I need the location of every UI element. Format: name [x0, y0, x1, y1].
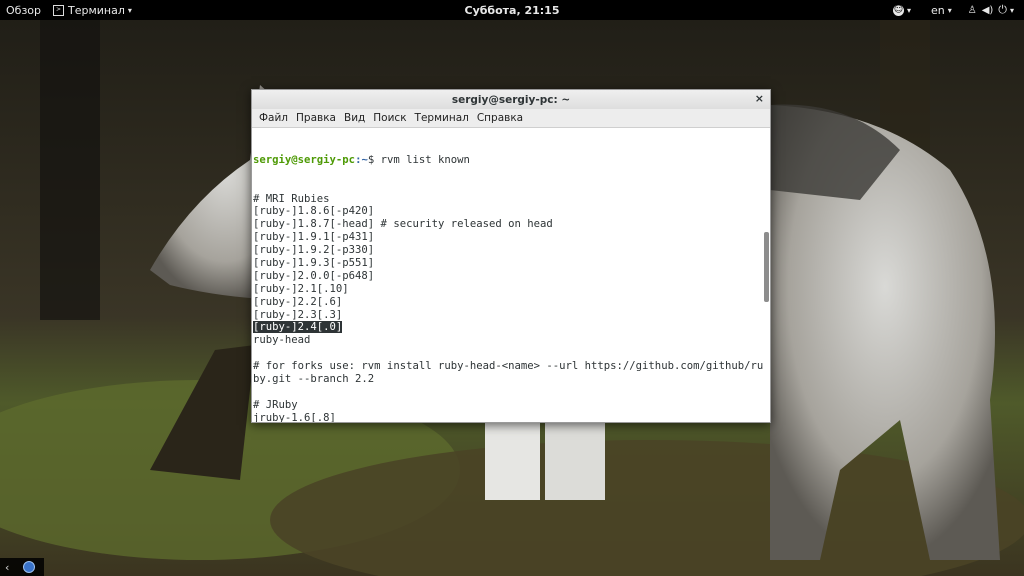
terminal-window[interactable]: sergiy@sergiy-pc: ~ × Файл Правка Вид По…	[251, 89, 771, 423]
activities-label: Обзор	[6, 3, 42, 17]
power-icon: ⏻	[998, 3, 1007, 16]
terminal-line: [ruby-]1.8.6[-p420]	[253, 205, 770, 218]
menu-bar: Файл Правка Вид Поиск Терминал Справка	[252, 109, 770, 128]
terminal-line-text: # MRI Rubies	[253, 192, 330, 205]
chrome-icon[interactable]	[23, 561, 36, 573]
command-text: rvm list known	[380, 153, 470, 166]
terminal-line-text: [ruby-]1.8.7[-head] # security released …	[253, 218, 553, 231]
system-menu[interactable]: ♙ ◀) ⏻ ▾	[962, 0, 1020, 20]
menu-search[interactable]: Поиск	[369, 112, 410, 124]
terminal-line-text: [ruby-]1.9.2[-p330]	[253, 244, 375, 257]
scrollbar[interactable]	[764, 130, 769, 422]
terminal-line-text: [ruby-]1.9.3[-p551]	[253, 256, 375, 269]
window-title: sergiy@sergiy-pc: ~	[451, 93, 571, 106]
terminal-line-text: ruby-head	[253, 334, 311, 347]
terminal-line-text: # for forks use: rvm install ruby-head-<…	[253, 360, 764, 373]
top-bar: Обзор > Терминал ▾ Суббота, 21:15 ☺ ▾ en…	[0, 0, 1024, 20]
terminal-line: [ruby-]2.2[.6]	[253, 296, 770, 309]
accessibility-icon: ☺	[892, 4, 904, 16]
terminal-line: [ruby-]2.4[.0]	[253, 321, 770, 334]
terminal-line: [ruby-]2.3[.3]	[253, 309, 770, 322]
keyboard-layout-menu[interactable]: en ▾	[925, 0, 958, 20]
terminal-line: [ruby-]1.9.2[-p330]	[253, 244, 770, 257]
app-menu[interactable]: > Терминал ▾	[47, 0, 138, 20]
clock[interactable]: Суббота, 21:15	[465, 4, 560, 17]
chevron-down-icon: ▾	[127, 5, 132, 15]
tray-arrow-icon[interactable]: ‹	[5, 561, 9, 574]
terminal-line: [ruby-]2.0.0[-p648]	[253, 270, 770, 283]
terminal-output[interactable]: sergiy@sergiy-pc:~$ rvm list known # MRI…	[252, 128, 770, 422]
menu-view[interactable]: Вид	[340, 112, 369, 124]
window-titlebar[interactable]: sergiy@sergiy-pc: ~ ×	[252, 90, 770, 109]
close-button[interactable]: ×	[755, 92, 764, 105]
prompt-line: sergiy@sergiy-pc:~$ rvm list known	[253, 154, 770, 167]
terminal-line: # for forks use: rvm install ruby-head-<…	[253, 360, 770, 373]
chevron-down-icon: ▾	[1009, 5, 1014, 15]
message-tray: ‹	[0, 558, 44, 576]
output-lines: # MRI Rubies [ruby-]1.8.6[-p420] [ruby-]1.…	[253, 193, 770, 422]
terminal-line-text: [ruby-]2.2[.6]	[253, 295, 343, 308]
keyboard-layout-label: en	[930, 3, 945, 17]
accessibility-menu[interactable]: ☺ ▾	[887, 0, 917, 20]
chevron-down-icon: ▾	[906, 5, 911, 15]
terminal-line: [ruby-]1.9.1[-p431]	[253, 231, 770, 244]
terminal-line: [ruby-]1.9.3[-p551]	[253, 257, 770, 270]
terminal-line: [ruby-]2.1[.10]	[253, 283, 770, 296]
terminal-line: [ruby-]1.8.7[-head] # security released …	[253, 218, 770, 231]
terminal-line-text: [ruby-]2.0.0[-p648]	[253, 269, 375, 282]
volume-icon: ◀)	[981, 4, 994, 16]
app-menu-label: Терминал	[68, 3, 125, 17]
terminal-line: # JRuby	[253, 399, 770, 412]
menu-terminal[interactable]: Терминал	[411, 112, 473, 124]
terminal-line-text: # JRuby	[253, 398, 298, 411]
terminal-line-text: [ruby-]2.4[.0]	[253, 321, 343, 334]
chevron-down-icon: ▾	[947, 5, 952, 15]
terminal-line: ruby-head	[253, 334, 770, 347]
terminal-line-text: jruby-1.6[.8]	[253, 411, 336, 422]
terminal-app-icon: >	[53, 4, 65, 16]
scrollbar-thumb[interactable]	[764, 232, 769, 302]
menu-edit[interactable]: Правка	[292, 112, 340, 124]
menu-file[interactable]: Файл	[255, 112, 292, 124]
prompt-user: sergiy@sergiy-pc	[253, 153, 356, 166]
user-icon: ♙	[967, 4, 977, 16]
activities-button[interactable]: Обзор	[0, 0, 47, 20]
terminal-line: by.git --branch 2.2	[253, 373, 770, 386]
terminal-line-text: [ruby-]1.8.6[-p420]	[253, 205, 375, 218]
terminal-line-text: by.git --branch 2.2	[253, 372, 375, 385]
terminal-line: jruby-1.6[.8]	[253, 412, 770, 422]
terminal-line: # MRI Rubies	[253, 193, 770, 206]
menu-help[interactable]: Справка	[473, 112, 527, 124]
prompt-suffix: $	[367, 153, 381, 166]
terminal-line-text: [ruby-]1.9.1[-p431]	[253, 231, 375, 244]
terminal-line-text: [ruby-]2.3[.3]	[253, 308, 343, 321]
terminal-line-text: [ruby-]2.1[.10]	[253, 282, 349, 295]
prompt-path: :~	[355, 153, 368, 166]
